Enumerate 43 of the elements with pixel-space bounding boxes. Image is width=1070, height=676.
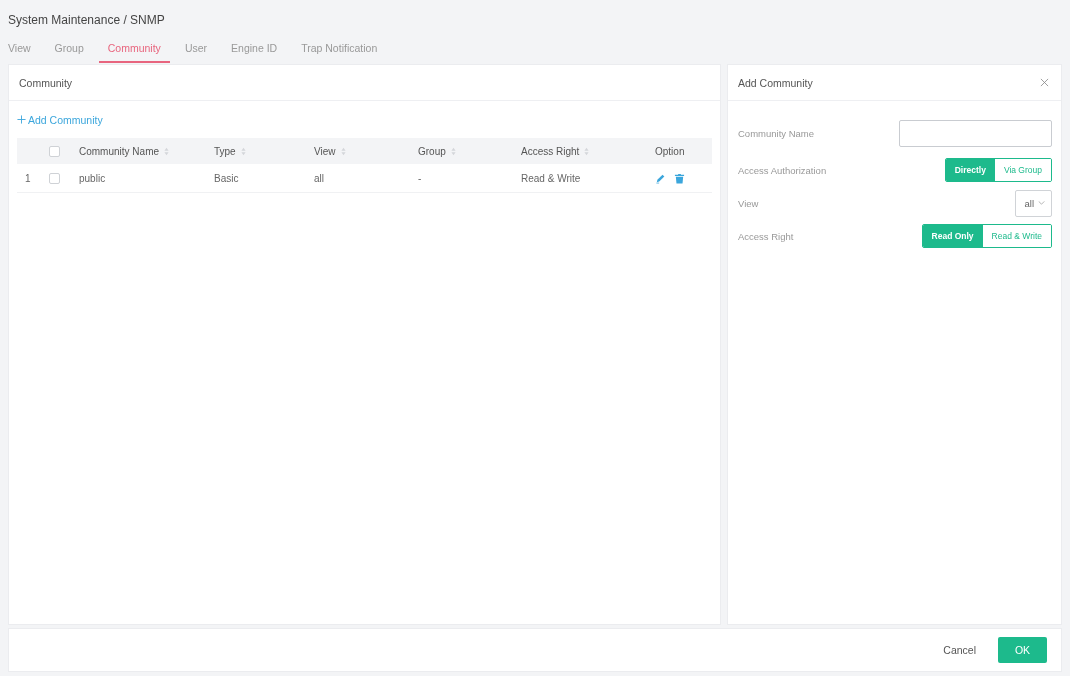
trash-icon[interactable] xyxy=(674,172,685,184)
column-header: Type xyxy=(214,145,236,157)
field-label: Community Name xyxy=(738,127,815,139)
plus-icon xyxy=(17,115,26,124)
tab[interactable]: View xyxy=(0,41,40,63)
row-number: 1 xyxy=(25,172,31,184)
ok-button[interactable]: OK xyxy=(998,637,1047,663)
close-icon[interactable] xyxy=(1040,78,1049,87)
toggle-option[interactable]: Read Only xyxy=(922,225,983,247)
sort-icon[interactable] xyxy=(240,146,246,156)
tab[interactable]: Trap Notification xyxy=(292,41,387,63)
tab[interactable]: User xyxy=(175,41,217,63)
checkbox[interactable] xyxy=(49,172,60,184)
tab[interactable]: Group xyxy=(45,41,93,63)
table-cell: Basic xyxy=(214,172,239,184)
column-header: Group xyxy=(418,145,446,157)
table-cell: public xyxy=(79,172,106,184)
checkbox[interactable] xyxy=(49,145,60,157)
sort-icon[interactable] xyxy=(450,146,456,156)
field-label: View xyxy=(738,197,759,209)
text-field[interactable] xyxy=(899,119,1052,147)
table-cell: all xyxy=(314,172,324,184)
cancel-button[interactable]: Cancel xyxy=(939,638,980,662)
column-header: View xyxy=(314,145,336,157)
column-header: Option xyxy=(655,145,685,157)
field-label: Access Authorization xyxy=(738,164,827,176)
panel-title: Add Community xyxy=(738,76,813,89)
caret-icon xyxy=(1038,201,1045,205)
table-cell: Read & Write xyxy=(521,172,581,184)
field-label: Access Right xyxy=(738,230,794,242)
table-cell: - xyxy=(418,172,422,184)
dropdown[interactable]: all xyxy=(1015,189,1052,217)
tab[interactable]: Engine ID xyxy=(222,41,287,63)
toggle-option[interactable]: Directly xyxy=(945,159,995,181)
pencil-icon[interactable] xyxy=(655,172,666,184)
sort-icon[interactable] xyxy=(164,146,170,156)
panel-title: Community xyxy=(19,76,73,89)
column-header: Access Right xyxy=(521,145,580,157)
column-header: Community Name xyxy=(79,145,160,157)
breadcrumb: System Maintenance / SNMP xyxy=(8,12,165,28)
add-community-link[interactable]: Add Community xyxy=(17,111,103,128)
sort-icon[interactable] xyxy=(340,146,346,156)
sort-icon[interactable] xyxy=(584,146,590,156)
